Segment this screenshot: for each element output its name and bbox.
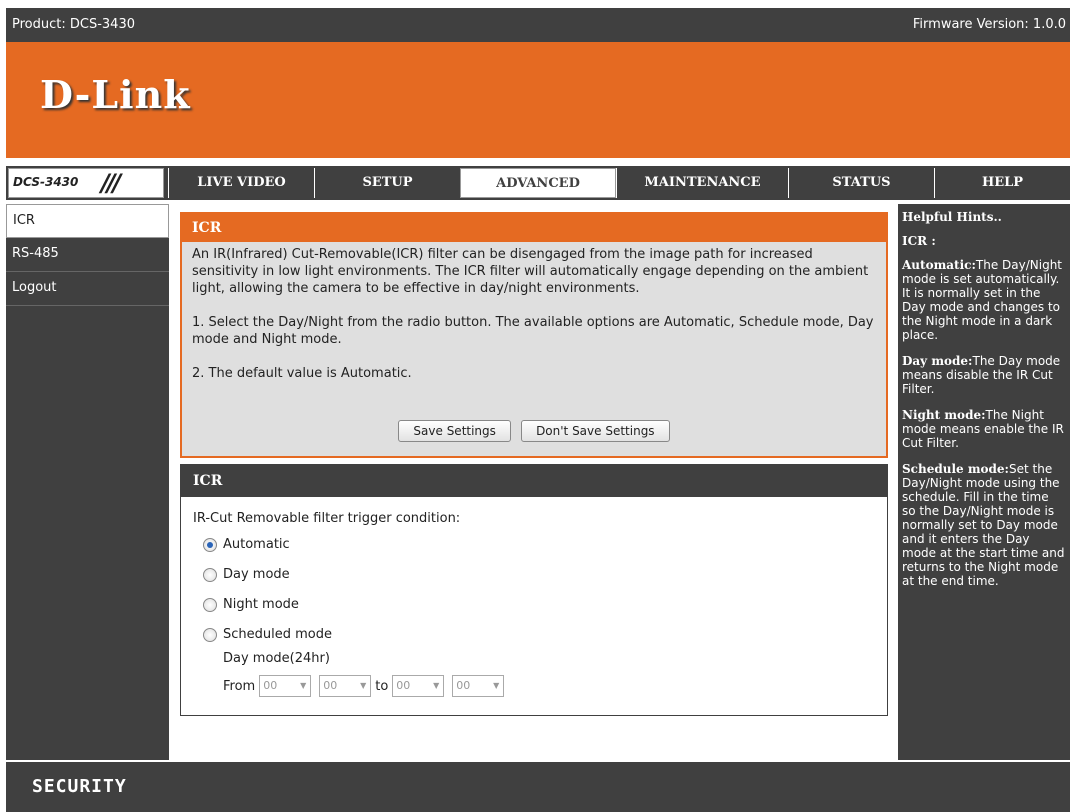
info-step-1: 1. Select the Day/Night from the radio b…: [192, 315, 874, 347]
tab-live-video[interactable]: LIVE VIDEO: [168, 168, 314, 198]
radio-label: Automatic: [223, 537, 290, 552]
radio-button[interactable]: [203, 627, 217, 642]
to-hour-select[interactable]: 00 ▼: [392, 675, 445, 697]
main-content: ICR An IR(Infrared) Cut-Removable(ICR) f…: [174, 204, 894, 760]
info-description: An IR(Infrared) Cut-Removable(ICR) filte…: [192, 247, 869, 296]
sidebar: ICR RS-485 Logout: [6, 204, 169, 760]
icr-panel: ICR IR-Cut Removable filter trigger cond…: [180, 464, 888, 716]
dont-save-settings-button[interactable]: Don't Save Settings: [521, 420, 670, 442]
info-title: ICR: [182, 214, 886, 242]
info-panel: ICR An IR(Infrared) Cut-Removable(ICR) f…: [180, 212, 888, 458]
tab-help[interactable]: HELP: [934, 168, 1070, 198]
top-bar: Product: DCS-3430 Firmware Version: 1.0.…: [6, 8, 1070, 42]
from-label: From: [223, 678, 256, 694]
radio-label: Day mode: [223, 567, 290, 582]
nav-bar: DCS-3430 /// LIVE VIDEO SETUP ADVANCED M…: [6, 166, 1070, 200]
footer: SECURITY: [6, 762, 1070, 812]
security-label: SECURITY: [32, 776, 127, 797]
day-mode-24hr-label: Day mode(24hr): [223, 651, 330, 666]
tab-status[interactable]: STATUS: [788, 168, 934, 198]
radio-label: Scheduled mode: [223, 627, 332, 642]
info-step-2: 2. The default value is Automatic.: [192, 366, 412, 381]
sidebar-item-rs485[interactable]: RS-485: [6, 238, 169, 272]
radio-label: Night mode: [223, 597, 299, 612]
radio-automatic[interactable]: Automatic: [203, 537, 290, 552]
model-label: DCS-3430: [13, 175, 79, 189]
product-label: Product: DCS-3430: [12, 17, 135, 32]
trigger-condition-label: IR-Cut Removable filter trigger conditio…: [193, 511, 461, 526]
sidebar-item-icr[interactable]: ICR: [6, 204, 169, 238]
radio-scheduled-mode[interactable]: Scheduled mode: [203, 627, 332, 642]
radio-button[interactable]: [203, 567, 217, 582]
radio-button[interactable]: [203, 537, 217, 552]
dropdown-arrow-icon: ▼: [493, 681, 500, 690]
schedule-time-row: From 00 ▼ 00 ▼ to 00 ▼ 00 ▼: [223, 675, 505, 697]
button-row: Save Settings Don't Save Settings: [182, 420, 886, 442]
from-minute-select[interactable]: 00 ▼: [319, 675, 372, 697]
model-badge: DCS-3430 ///: [8, 168, 164, 198]
tab-maintenance[interactable]: MAINTENANCE: [616, 168, 788, 198]
tab-advanced[interactable]: ADVANCED: [460, 168, 616, 198]
help-item-night-mode: Night mode:The Night mode means enable t…: [902, 408, 1064, 450]
sidebar-item-logout[interactable]: Logout: [6, 272, 169, 306]
radio-button[interactable]: [203, 597, 217, 612]
help-item-automatic: Automatic:The Day/Night mode is set auto…: [902, 258, 1063, 342]
help-item-schedule-mode: Schedule mode:Set the Day/Night mode usi…: [902, 462, 1065, 588]
from-hour-select[interactable]: 00 ▼: [259, 675, 312, 697]
help-title: Helpful Hints..: [902, 210, 1002, 224]
banner: D-Link: [6, 42, 1070, 158]
save-settings-button[interactable]: Save Settings: [398, 420, 511, 442]
tab-setup[interactable]: SETUP: [314, 168, 460, 198]
dlink-logo: D-Link: [40, 72, 191, 117]
radio-day-mode[interactable]: Day mode: [203, 567, 290, 582]
to-minute-select[interactable]: 00 ▼: [452, 675, 505, 697]
help-section: ICR :: [902, 234, 936, 248]
help-item-day-mode: Day mode:The Day mode means disable the …: [902, 354, 1061, 396]
dropdown-arrow-icon: ▼: [433, 681, 440, 690]
model-mark: ///: [101, 169, 121, 197]
to-label: to: [375, 678, 389, 694]
dropdown-arrow-icon: ▼: [300, 681, 307, 690]
help-panel: Helpful Hints.. ICR : Automatic:The Day/…: [898, 204, 1070, 760]
radio-night-mode[interactable]: Night mode: [203, 597, 299, 612]
dropdown-arrow-icon: ▼: [360, 681, 367, 690]
icr-title: ICR: [181, 465, 887, 497]
firmware-label: Firmware Version: 1.0.0: [912, 17, 1066, 32]
